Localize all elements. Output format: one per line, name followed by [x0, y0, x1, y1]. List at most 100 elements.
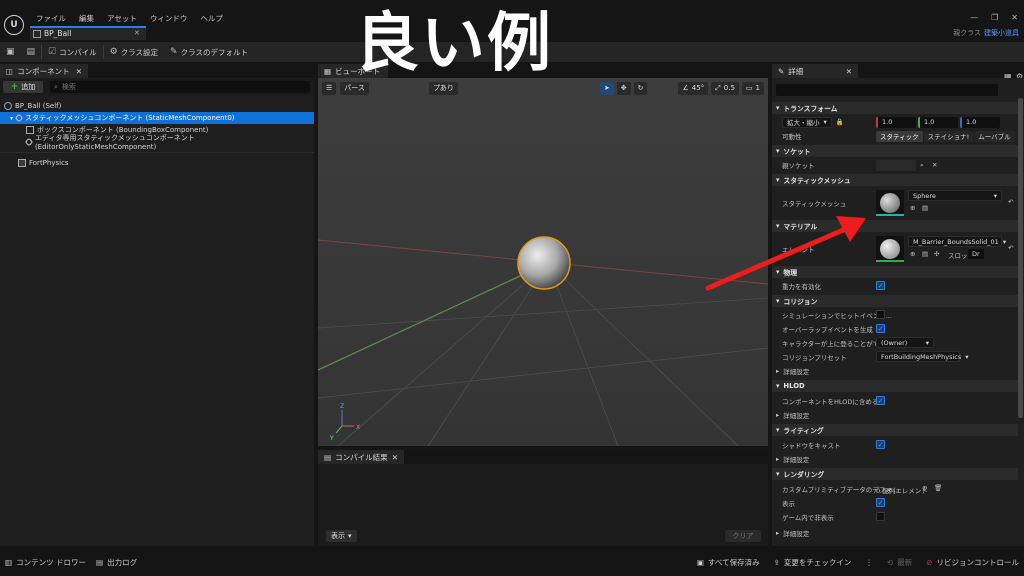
tree-item-fort-physics[interactable]: FortPhysics [0, 157, 314, 169]
tree-item-static-mesh[interactable]: ▾ スタティックメッシュコンポーネント (StaticMeshComponent… [0, 112, 314, 124]
compile-button[interactable]: ☑ コンパイル [42, 42, 103, 62]
material-options-icon[interactable]: ✣ [934, 250, 939, 258]
browse-button[interactable]: ▤ [21, 42, 42, 62]
document-tab[interactable]: BP_Ball ✕ [30, 26, 146, 40]
use-selected-icon[interactable]: ⊕ [910, 204, 915, 212]
chevron-down-icon: ▾ [1002, 237, 1007, 246]
expand-arrow-icon[interactable]: ▾ [10, 115, 13, 122]
details-search[interactable] [776, 84, 998, 96]
maximize-icon[interactable]: ❐ [991, 13, 998, 22]
components-search[interactable]: ⌕ [50, 81, 310, 93]
static-mesh-dropdown[interactable]: Sphere ▾ [908, 190, 1002, 201]
menu-asset[interactable]: アセット [107, 13, 137, 24]
details-tab[interactable]: ✎ 詳細 ✕ [772, 64, 858, 78]
clear-icon[interactable]: ✕ [932, 161, 937, 169]
menu-help[interactable]: ヘルプ [200, 13, 223, 24]
minimize-icon[interactable]: — [970, 13, 978, 22]
revision-control-button[interactable]: ⊘ リビジョンコントロール [921, 554, 1024, 570]
add-element-icon[interactable]: ⊕ [922, 484, 927, 492]
parent-class-link[interactable]: 建築小道具 [984, 28, 1019, 38]
viewport-menu-button[interactable]: ☰ [322, 81, 337, 95]
visible-checkbox[interactable]: ✓ [876, 498, 885, 507]
unreal-logo-icon[interactable]: U [4, 15, 24, 35]
check-in-button[interactable]: ⇪ 変更をチェックイン [769, 554, 857, 570]
section-transform[interactable]: ▾ トランスフォーム [772, 102, 1018, 114]
search-icon[interactable]: ⌕ [920, 161, 924, 170]
scale-x-input[interactable]: 1.0 [876, 116, 916, 128]
section-title: スタティックメッシュ [783, 177, 851, 185]
move-tool-button[interactable]: ✥ [616, 81, 631, 95]
compile-label: コンパイル [59, 47, 97, 57]
scale-dropdown[interactable]: 拡大・縮小 ▾ [782, 116, 832, 128]
components-tab[interactable]: ◫ コンポーネント ✕ [0, 64, 88, 78]
slot-input[interactable]: Dr [968, 249, 984, 259]
row-hlod-advanced[interactable]: ▸ 詳細設定 [772, 408, 1018, 422]
row-collision-advanced[interactable]: ▸ 詳細設定 [772, 364, 1018, 378]
section-static-mesh[interactable]: ▾ スタティックメッシュ [772, 174, 1018, 186]
scale-y-input[interactable]: 1.0 [918, 116, 958, 128]
row-rendering-advanced[interactable]: ▸ 詳細設定 [772, 526, 1018, 540]
close-icon[interactable]: ✕ [846, 67, 852, 76]
row-lighting-advanced[interactable]: ▸ 詳細設定 [772, 452, 1018, 466]
lock-icon[interactable]: 🔒 [836, 118, 844, 126]
rotate-tool-button[interactable]: ↻ [633, 81, 648, 95]
compile-results-tab[interactable]: ▤ コンパイル結果 ✕ [318, 450, 404, 464]
material-thumbnail[interactable] [876, 236, 904, 262]
clear-button[interactable]: クリア [725, 530, 761, 542]
sim-hit-checkbox[interactable] [876, 310, 885, 319]
section-lighting[interactable]: ▾ ライティング [772, 424, 1018, 436]
more-options-button[interactable]: ⋮ [860, 554, 878, 570]
hidden-in-game-checkbox[interactable] [876, 512, 885, 521]
section-hlod[interactable]: ▾ HLOD [772, 380, 1018, 392]
details-scrollbar[interactable] [1018, 98, 1023, 418]
mobility-movable-button[interactable]: ムーバブル [974, 130, 1015, 142]
hlod-include-checkbox[interactable]: ✓ [876, 396, 885, 405]
components-search-input[interactable] [61, 83, 292, 91]
reset-arrow-icon[interactable]: ↶ [1008, 244, 1013, 252]
close-icon[interactable]: ✕ [76, 67, 82, 76]
components-panel: ◫ コンポーネント ✕ + 追加 ⌕ BP_Ball (Self) ▾ スタティ… [0, 64, 314, 546]
scale-z-input[interactable]: 1.0 [960, 116, 1000, 128]
menu-file[interactable]: ファイル [36, 13, 66, 24]
close-icon[interactable]: ✕ [392, 453, 398, 462]
mobility-static-button[interactable]: スタティック [876, 130, 923, 142]
mobility-stationary-button[interactable]: ステイショナ! [923, 130, 974, 142]
axis-y-label: Y [329, 435, 334, 442]
sphere-mesh[interactable] [517, 236, 571, 290]
material-dropdown[interactable]: M_Barrier_BoundsSolid_01 ▾ [908, 236, 1006, 247]
preset-dropdown[interactable]: FortBuildingMeshPhysics ▾ [876, 351, 969, 362]
advanced-label: 詳細設定 [783, 412, 810, 420]
section-socket[interactable]: ▾ ソケット [772, 145, 1018, 157]
add-component-button[interactable]: + 追加 [3, 81, 43, 93]
select-tool-button[interactable]: ➤ [599, 81, 614, 95]
class-settings-button[interactable]: ⚙ クラス設定 [104, 42, 164, 62]
scale-snap-button[interactable]: ⤢ 0.5 [711, 81, 739, 95]
section-rendering[interactable]: ▾ レンダリング [772, 468, 1018, 480]
output-log-button[interactable]: ▤ 出力ログ [91, 554, 142, 570]
close-icon[interactable]: ✕ [134, 29, 140, 37]
step-up-dropdown[interactable]: (Owner) ▾ [876, 337, 934, 348]
content-drawer-button[interactable]: ▥ コンテンツ ドロワー [0, 554, 91, 570]
static-mesh-thumbnail[interactable] [876, 190, 904, 216]
menu-edit[interactable]: 編集 [79, 13, 94, 24]
menu-window[interactable]: ウィンドウ [150, 13, 188, 24]
use-selected-icon[interactable]: ⊕ [910, 250, 915, 258]
save-all-button[interactable]: ▣ すべて保存済み [692, 554, 765, 570]
box-component-icon [26, 126, 34, 134]
reset-arrow-icon[interactable]: ↶ [1008, 198, 1013, 206]
angle-snap-button[interactable]: ∠ 45° [678, 81, 709, 95]
save-button[interactable]: ▣ [0, 42, 21, 62]
overlap-checkbox[interactable]: ✓ [876, 324, 885, 333]
camera-speed-button[interactable]: ▭ 1 [741, 81, 764, 95]
close-window-icon[interactable]: ✕ [1011, 13, 1018, 22]
class-defaults-button[interactable]: ✎ クラスのデフォルト [164, 42, 254, 62]
browse-folder-icon[interactable]: ▤ [922, 250, 928, 258]
show-filter-button[interactable]: 表示 ▾ [326, 530, 357, 542]
tree-item-editor-mesh[interactable]: エディタ専用スタティックメッシュコンポーネント (EditorOnlyStati… [0, 134, 314, 151]
parent-socket-input[interactable] [876, 159, 916, 171]
cast-shadow-checkbox[interactable]: ✓ [876, 440, 885, 449]
browse-folder-icon[interactable]: ▤ [922, 204, 928, 212]
trash-icon[interactable]: 🗑 [934, 484, 942, 492]
latest-button[interactable]: ⟲ 最新 [882, 554, 917, 570]
tree-item-self[interactable]: BP_Ball (Self) [0, 100, 314, 112]
